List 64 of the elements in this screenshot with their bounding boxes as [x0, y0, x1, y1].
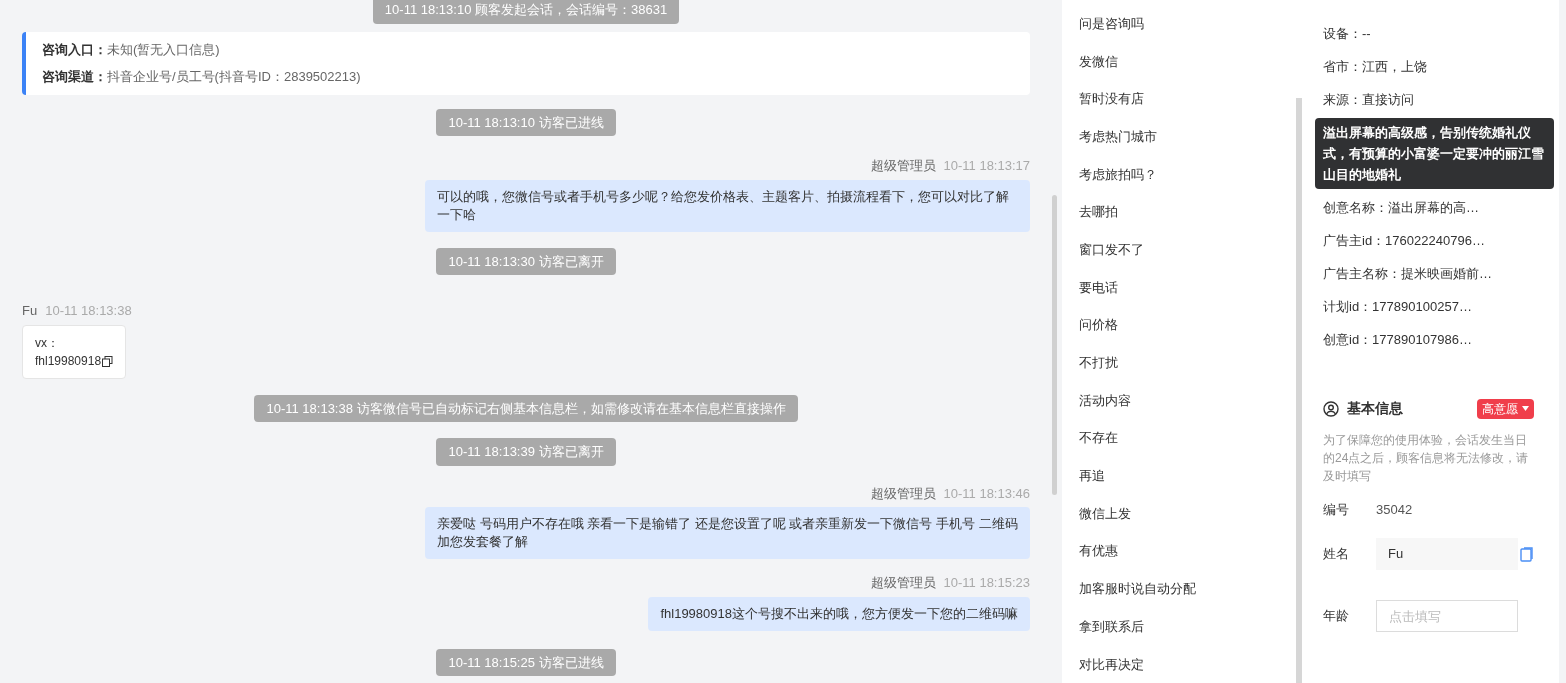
message-time: 10-11 18:13:38 [45, 302, 132, 320]
quick-reply-item[interactable]: 不存在 [1079, 419, 1296, 458]
scrollbar[interactable] [1296, 98, 1302, 683]
info-row-text: 创意id：177890107986… [1323, 330, 1473, 349]
input-field[interactable]: 点击填写 [1376, 600, 1518, 632]
quick-reply-item[interactable]: 考虑热门城市 [1079, 118, 1296, 156]
quick-reply-item[interactable]: 拿到联系后 [1079, 607, 1296, 646]
intent-tag[interactable]: 高意愿 [1477, 398, 1534, 419]
info-row-text: 来源：直接访问 [1323, 90, 1415, 109]
sender-name: Fu [22, 302, 38, 320]
field-value: 抖音企业号/员工号(抖音号ID：2839502213) [107, 68, 361, 86]
sender-name: 超级管理员 [870, 157, 936, 175]
info-row-text: 广告主id：176022240796… [1323, 231, 1486, 250]
system-notice: 10-11 18:13:10 访客已进线 [436, 108, 616, 136]
field-label: 编号 [1323, 501, 1350, 520]
copy-icon[interactable] [102, 355, 114, 367]
system-notice: 10-11 18:13:30 访客已离开 [436, 247, 616, 275]
message-bubble: fhl19980918这个号搜不出来的哦，您方便发一下您的二维码嘛 [648, 596, 1030, 631]
quick-reply-item[interactable]: 暂时没有店 [1079, 80, 1296, 118]
message-bubble: 可以的哦，您微信号或者手机号多少呢？给您发价格表、主题客片、拍摄流程看下，您可以对比了解一下哈 [425, 179, 1030, 232]
field-label: 年龄 [1323, 607, 1350, 626]
system-notice: 10-11 18:13:38 访客微信号已自动标记右侧基本信息栏，如需修改请在基本信息栏直接操作 [254, 394, 798, 422]
field-label: 咨询入口： [42, 40, 107, 59]
quick-reply-item[interactable]: 问价格 [1079, 306, 1296, 345]
quick-reply-item[interactable]: 活动内容 [1079, 381, 1296, 420]
message-text: fhl19980918 [35, 351, 114, 370]
field-value: 未知(暂无入口信息) [107, 40, 220, 59]
quick-reply-item[interactable]: 要电话 [1079, 268, 1296, 307]
quick-reply-item[interactable]: 对比再决定 [1079, 645, 1296, 683]
info-row-text: 计划id：177890100257… [1323, 297, 1473, 316]
sender-name: 超级管理员 [870, 484, 936, 503]
quick-reply-item[interactable]: 去哪拍 [1079, 193, 1296, 232]
quick-reply-item[interactable]: 微信上发 [1079, 494, 1296, 533]
section-title: 基本信息 [1347, 399, 1403, 418]
message-bubble: 亲爱哒 号码用户不存在哦 亲看一下是输错了 还是您设置了呢 或者亲重新发一下微信号 手机号 二维码加您发套餐了解 [425, 507, 1030, 559]
quick-reply-item[interactable]: 有优惠 [1079, 532, 1296, 571]
input-field[interactable]: Fu [1376, 538, 1518, 570]
tooltip: 溢出屏幕的高级感，告别传统婚礼仪式，有预算的小富婆一定要冲的丽江雪山目的地婚礼 [1315, 118, 1554, 189]
field-label: 咨询渠道： [42, 68, 107, 86]
notice-text: 为了保障您的使用体验，会话发生当日的24点之后，顾客信息将无法修改，请及时填写 [1323, 432, 1530, 485]
message-time: 10-11 18:15:23 [943, 574, 1030, 592]
quick-reply-item[interactable]: 加客服时说自动分配 [1079, 570, 1296, 608]
info-row-text: 设备：-- [1323, 24, 1372, 43]
user-icon [1323, 400, 1339, 417]
quick-reply-item[interactable]: 考虑旅拍吗？ [1079, 155, 1296, 194]
info-row-text: 省市：江西，上饶 [1323, 57, 1428, 76]
info-row-text: 广告主名称：提米映画婚前… [1323, 264, 1493, 283]
message-time: 10-11 18:13:46 [943, 484, 1030, 503]
field-label: 姓名 [1323, 545, 1350, 564]
system-notice: 10-11 18:13:39 访客已离开 [436, 438, 616, 466]
quick-reply-item[interactable]: 问是咨询吗 [1079, 5, 1296, 43]
quick-reply-item[interactable]: 不打扰 [1079, 344, 1296, 382]
message-time: 10-11 18:13:17 [943, 157, 1030, 175]
caret-icon [1522, 406, 1529, 411]
quick-reply-item[interactable]: 窗口发不了 [1079, 231, 1296, 269]
sender-name: 超级管理员 [870, 574, 936, 592]
info-row-text: 创意名称：溢出屏幕的高… [1323, 198, 1480, 217]
quick-reply-item[interactable]: 再追 [1079, 457, 1296, 495]
system-notice: 10-11 18:13:10 顾客发起会话，会话编号：38631 [372, 0, 680, 24]
message-text: vx： [35, 334, 60, 352]
system-notice: 10-11 18:15:25 访客已进线 [436, 648, 616, 676]
quick-reply-item[interactable]: 发微信 [1079, 42, 1296, 81]
scrollbar[interactable] [1051, 195, 1057, 495]
field-value: 35042 [1376, 501, 1413, 520]
